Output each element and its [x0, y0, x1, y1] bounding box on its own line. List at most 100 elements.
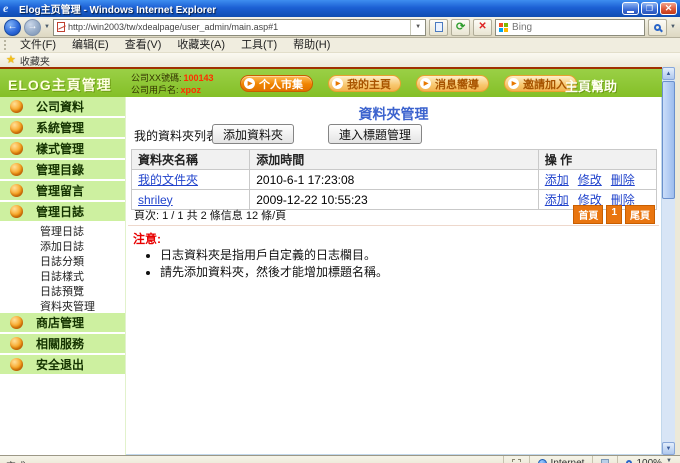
address-field[interactable]: ▼ — [53, 19, 426, 36]
sidebar-sub-log-category[interactable]: 日誌分類 — [0, 253, 125, 268]
page-title: 資料夾管理 — [126, 104, 661, 124]
scrollbar-thumb[interactable] — [662, 81, 675, 199]
folder-link[interactable]: 我的文件夾 — [138, 173, 198, 187]
sidebar-sub-log-preview[interactable]: 日誌預覽 — [0, 283, 125, 298]
sidebar-item-shop-mgmt[interactable]: 商店管理 — [0, 313, 125, 332]
delete-action-link[interactable]: 刪除 — [611, 173, 635, 187]
sidebar-sub-manage-log[interactable]: 管理日誌 — [0, 223, 125, 238]
minimize-button[interactable] — [622, 2, 639, 15]
nav-personal-market-button[interactable]: 个人市集 — [240, 75, 313, 92]
sidebar-sub-add-log[interactable]: 添加日誌 — [0, 238, 125, 253]
edit-action-link[interactable]: 修改 — [578, 173, 602, 187]
sidebar-item-style-mgmt[interactable]: 樣式管理 — [0, 139, 125, 158]
folder-link[interactable]: shriley — [138, 193, 173, 207]
close-button[interactable] — [660, 2, 677, 15]
favorites-label[interactable]: 收藏夹 — [20, 53, 50, 68]
pagination-buttons: 首頁 1 尾頁 — [573, 205, 655, 224]
refresh-button[interactable]: ⟳ — [451, 19, 470, 36]
actions-cell: 添加修改刪除 — [538, 170, 656, 190]
stop-icon: ✕ — [478, 22, 486, 32]
folder-name-cell: 我的文件夾 — [132, 170, 250, 190]
site-header: ELOG主頁管理 公司XX號碼:100143 公司用戶名:xpoz 个人市集 我… — [0, 67, 662, 97]
sidebar-item-related-services[interactable]: 相關服務 — [0, 334, 125, 353]
vertical-scrollbar[interactable]: ▲ ▼ — [662, 67, 675, 455]
search-input[interactable] — [512, 22, 641, 33]
restore-button[interactable] — [641, 2, 658, 15]
sidebar-item-message-mgmt[interactable]: 管理留言 — [0, 181, 125, 200]
page-error-icon — [57, 22, 65, 32]
add-folder-button[interactable]: 添加資料夾 — [212, 124, 294, 144]
divider — [128, 225, 659, 226]
add-action-link[interactable]: 添加 — [545, 173, 569, 187]
col-folder-name: 資料夾名稱 — [132, 150, 250, 170]
last-page-button[interactable]: 尾頁 — [625, 205, 655, 224]
search-box[interactable] — [495, 19, 645, 36]
stop-button[interactable]: ✕ — [473, 19, 492, 36]
add-action-link[interactable]: 添加 — [545, 193, 569, 207]
favorites-star-icon[interactable]: ★ — [6, 55, 16, 66]
menu-file[interactable]: 文件(F) — [12, 38, 64, 52]
first-page-button[interactable]: 首頁 — [573, 205, 603, 224]
notice-title: 注意: — [133, 230, 161, 247]
homepage-help-link[interactable]: 主頁幫助 — [565, 76, 617, 95]
sidebar-sub-folder-mgmt[interactable]: 資料夾管理 — [0, 298, 125, 313]
window-controls — [622, 2, 677, 15]
sidebar-item-system-mgmt[interactable]: 系統管理 — [0, 118, 125, 137]
menu-ball-icon — [10, 205, 23, 218]
nav-my-homepage-button[interactable]: 我的主頁 — [328, 75, 401, 92]
table-row: 我的文件夾 2010-6-1 17:23:08 添加修改刪除 — [132, 170, 657, 190]
search-dropdown-icon[interactable]: ▼ — [670, 24, 676, 30]
sidebar-item-safe-exit[interactable]: 安全退出 — [0, 355, 125, 374]
sidebar-item-log-mgmt[interactable]: 管理日誌 — [0, 202, 125, 221]
menu-ball-icon — [10, 100, 23, 113]
sidebar-item-label: 安全退出 — [36, 356, 84, 373]
address-input[interactable] — [68, 22, 407, 32]
menu-help[interactable]: 帮助(H) — [285, 38, 338, 52]
back-button[interactable]: ← — [4, 19, 21, 36]
col-actions: 操 作 — [538, 150, 656, 170]
menu-ball-icon — [10, 142, 23, 155]
sidebar-item-label: 管理日誌 — [36, 203, 84, 220]
notice-list: 日志資料夾是指用戶自定義的日志欄目。 請先添加資料夾，然後才能增加標題名稱。 — [160, 247, 388, 281]
menu-bar: 文件(F) 编辑(E) 查看(V) 收藏夹(A) 工具(T) 帮助(H) — [0, 38, 680, 53]
sidebar-item-label: 管理目錄 — [36, 161, 84, 178]
sidebar-item-directory-mgmt[interactable]: 管理目錄 — [0, 160, 125, 179]
nav-history-dropdown-icon[interactable]: ▼ — [44, 24, 50, 30]
page-number-button[interactable]: 1 — [606, 205, 622, 224]
sidebar-item-company-info[interactable]: 公司資料 — [0, 97, 125, 116]
search-button[interactable] — [648, 19, 667, 36]
sidebar-item-label: 樣式管理 — [36, 140, 84, 157]
zoom-dropdown-icon: ▼ — [666, 458, 672, 463]
ie-logo-icon: e — [3, 3, 15, 15]
status-zoom-pane[interactable]: 100% ▼ — [617, 456, 680, 463]
notice-item: 請先添加資料夾，然後才能增加標題名稱。 — [160, 264, 388, 281]
zone-label: Internet — [551, 458, 585, 463]
folder-list-toolbar: 我的資料夾列表: 添加資料夾 連入標題管理 — [134, 127, 653, 147]
play-icon — [332, 78, 343, 89]
sidebar-item-label: 公司資料 — [36, 98, 84, 115]
address-dropdown-icon[interactable]: ▼ — [410, 20, 425, 35]
page-viewport: ELOG主頁管理 公司XX號碼:100143 公司用戶名:xpoz 个人市集 我… — [0, 67, 680, 455]
menu-view[interactable]: 查看(V) — [117, 38, 170, 52]
menu-edit[interactable]: 编辑(E) — [64, 38, 117, 52]
forward-button[interactable]: → — [24, 19, 41, 36]
marker-icon — [512, 459, 521, 463]
nav-message-wizard-button[interactable]: 消息嚮導 — [416, 75, 489, 92]
shield-icon — [601, 459, 609, 463]
enter-title-manage-button[interactable]: 連入標題管理 — [328, 124, 422, 144]
nav-label: 个人市集 — [259, 76, 303, 92]
scroll-down-button[interactable]: ▼ — [662, 442, 675, 455]
menu-ball-icon — [10, 121, 23, 134]
menu-ball-icon — [10, 163, 23, 176]
menu-ball-icon — [10, 337, 23, 350]
compatibility-view-button[interactable] — [429, 19, 448, 36]
menu-tools[interactable]: 工具(T) — [233, 38, 285, 52]
zoom-level: 100% — [636, 458, 662, 463]
scroll-up-button[interactable]: ▲ — [662, 67, 675, 80]
sidebar-sub-log-style[interactable]: 日誌樣式 — [0, 268, 125, 283]
status-protected-pane — [592, 456, 617, 463]
menu-favorites[interactable]: 收藏夹(A) — [169, 38, 233, 52]
menu-ball-icon — [10, 358, 23, 371]
title-bar: e Elog主页管理 - Windows Internet Explorer — [0, 0, 680, 17]
refresh-icon: ⟳ — [456, 22, 465, 33]
